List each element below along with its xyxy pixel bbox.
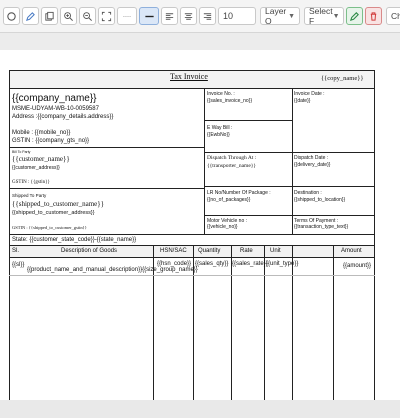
font-size-input[interactable]: 10 bbox=[218, 7, 256, 25]
chevron-down-icon: ▼ bbox=[332, 12, 340, 20]
eway-bill-value: {{EwbNo}} bbox=[207, 132, 230, 138]
lr-number-value: {{no_of_packages}} bbox=[207, 197, 251, 203]
align-right-button[interactable] bbox=[199, 7, 216, 25]
col-header-description: Description of Goods bbox=[61, 248, 118, 254]
copy-name: {{copy_name}} bbox=[321, 75, 364, 82]
font-select[interactable]: Select F ▼ bbox=[304, 6, 344, 26]
more-select[interactable]: Ch bbox=[386, 7, 400, 25]
shipped-to-address: {{shipped_to_customer_address}} bbox=[12, 210, 95, 216]
eway-bill-label: E Way Bill : bbox=[207, 125, 233, 131]
circle-tool-button[interactable] bbox=[3, 7, 20, 25]
row-amount: {{amount}} bbox=[343, 263, 372, 269]
state-line: State: {{customer_state_code}}-{{state_n… bbox=[12, 237, 137, 243]
col-header-rate: Rate bbox=[240, 248, 253, 254]
expand-icon bbox=[101, 11, 112, 21]
chevron-down-icon: ▼ bbox=[288, 12, 295, 20]
row-unit: {{unit_type}} bbox=[266, 261, 299, 267]
col-header-amount: Amount bbox=[341, 248, 362, 254]
solid-line-button[interactable] bbox=[139, 7, 159, 25]
edit-icon bbox=[349, 11, 359, 21]
destination-value: {{shipped_to_location}} bbox=[294, 197, 346, 203]
invoice-title: Tax Invoice bbox=[170, 72, 208, 81]
layer-select-value: Layer O bbox=[265, 6, 287, 26]
solid-line-icon bbox=[144, 15, 154, 17]
more-select-value: Ch bbox=[391, 11, 400, 21]
copy-tool-button[interactable] bbox=[41, 7, 58, 25]
invoice-no-value: {{sales_invoice_no}} bbox=[207, 98, 253, 104]
delete-button[interactable] bbox=[365, 7, 382, 25]
msme-number: MSME-UDYAM-WB-10-0059587 bbox=[12, 106, 99, 112]
bill-to-label: Bill To Party bbox=[12, 150, 31, 154]
delivery-date-value: {{delivery_date}} bbox=[294, 162, 331, 168]
col-header-unit: Unit bbox=[270, 248, 281, 254]
customer-address: {{customer_address}} bbox=[12, 165, 60, 171]
circle-icon bbox=[7, 11, 16, 21]
dispatch-date-label: Dispatch Date : bbox=[294, 155, 329, 161]
zoom-in-icon bbox=[64, 11, 73, 21]
align-center-button[interactable] bbox=[180, 7, 197, 25]
trash-icon bbox=[370, 11, 377, 21]
dotted-line-button[interactable] bbox=[117, 7, 137, 25]
company-address: Address :{{company_details.address}} bbox=[12, 114, 114, 120]
col-header-sl: Sl. bbox=[12, 248, 20, 254]
company-name: {{company_name}} bbox=[12, 93, 97, 104]
col-header-quantity: Quantity bbox=[198, 248, 221, 254]
invoice-no-label: Invoice No. : bbox=[207, 91, 235, 97]
ship-to-label: Shipped To Party bbox=[12, 193, 47, 198]
vehicle-value: {{vehicle_no}} bbox=[207, 224, 238, 230]
row-rate: {{sales_rate}} bbox=[232, 261, 268, 267]
dashed-line-icon bbox=[122, 15, 132, 17]
fit-screen-button[interactable] bbox=[98, 7, 115, 25]
invoice-sheet: Tax Invoice {{copy_name}} {{company_name… bbox=[9, 70, 375, 418]
lr-number-label: LR No/Number Of Package : bbox=[207, 190, 271, 196]
row-quantity: {{sales_qty}} bbox=[195, 261, 229, 267]
invoice-date-value: {{date}} bbox=[294, 98, 311, 104]
shipped-gstin: GSTIN : {{shipped_to_customer_gstin}} bbox=[12, 225, 87, 230]
company-mobile: Mobile : {{mobile_no}} bbox=[12, 130, 71, 136]
customer-name: {{customer_name}} bbox=[12, 155, 70, 163]
shipped-to-name: {{shipped_to_customer_name}} bbox=[12, 200, 104, 208]
layer-select[interactable]: Layer O ▼ bbox=[260, 6, 300, 26]
col-header-hsn: HSN/SAC bbox=[160, 248, 187, 254]
zoom-out-icon bbox=[83, 11, 92, 21]
company-gstin: GSTIN : {{company_gts_no}} bbox=[12, 138, 90, 144]
align-right-icon bbox=[203, 12, 212, 20]
dispatch-through-label: Dispatch Through At : bbox=[207, 155, 257, 161]
row-sl: {{sl}} bbox=[12, 262, 25, 268]
row-hsn: {{hsn_code}} bbox=[157, 261, 192, 267]
font-select-value: Select F bbox=[309, 6, 333, 26]
save-edit-button[interactable] bbox=[346, 7, 363, 25]
terms-value: {{transaction_type_text}} bbox=[294, 224, 349, 230]
align-left-icon bbox=[165, 12, 174, 20]
transporter-name: {{transporter_name}} bbox=[207, 163, 257, 169]
editor-toolbar: 10 Layer O ▼ Select F ▼ Ch bbox=[0, 0, 400, 33]
zoom-in-button[interactable] bbox=[60, 7, 77, 25]
font-size-value: 10 bbox=[223, 11, 234, 21]
pencil-icon bbox=[26, 11, 35, 21]
customer-gstin: GSTIN : {{gstin}} bbox=[12, 180, 50, 185]
destination-label: Destination : bbox=[294, 190, 322, 196]
copy-icon bbox=[45, 11, 54, 21]
invoice-date-label: Invoice Date : bbox=[294, 91, 325, 97]
zoom-out-button[interactable] bbox=[79, 7, 96, 25]
align-left-button[interactable] bbox=[161, 7, 178, 25]
pencil-tool-button[interactable] bbox=[22, 7, 39, 25]
align-center-icon bbox=[184, 12, 193, 20]
